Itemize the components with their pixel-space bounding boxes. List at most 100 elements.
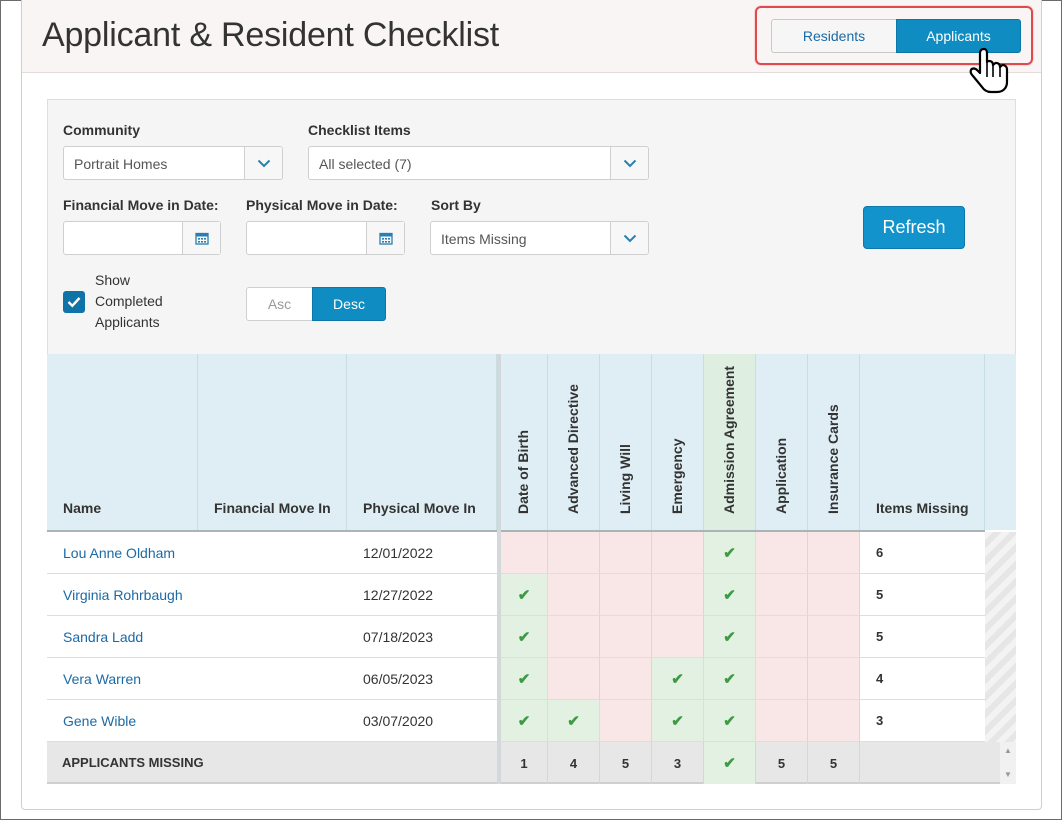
column-header-label: Admission Agreement (720, 365, 737, 514)
items-missing-cell: 5 (860, 574, 985, 616)
checklist-cell-living-will[interactable] (600, 616, 652, 658)
applicant-name-link[interactable]: Gene Wible (47, 700, 198, 742)
total-cell-date-of-birth: 1 (501, 742, 548, 784)
applicant-name-link[interactable]: Virginia Rohrbaugh (47, 574, 198, 616)
checklist-cell-advanced-directive[interactable] (548, 616, 600, 658)
chevron-down-icon (610, 222, 648, 254)
check-icon: ✔ (723, 586, 736, 604)
checklist-cell-insurance-cards[interactable] (808, 658, 860, 700)
column-header-physical-move-in[interactable]: Physical Move In (347, 354, 497, 530)
checklist-cell-living-will[interactable] (600, 532, 652, 574)
checklist-cell-admission-agreement[interactable]: ✔ (704, 616, 756, 658)
checklist-cell-emergency[interactable] (652, 574, 704, 616)
scroll-up-icon[interactable]: ▲ (1004, 746, 1012, 755)
check-icon: ✔ (723, 628, 736, 646)
checklist-cell-date-of-birth[interactable]: ✔ (501, 574, 548, 616)
checklist-cell-living-will[interactable] (600, 700, 652, 742)
chevron-down-icon (610, 147, 648, 179)
applicant-name-link[interactable]: Vera Warren (47, 658, 198, 700)
column-header-label: Emergency (668, 438, 685, 514)
check-icon: ✔ (723, 712, 736, 730)
checklist-cell-admission-agreement[interactable]: ✔ (704, 658, 756, 700)
checklist-items-select[interactable]: All selected (7) (308, 146, 649, 180)
checklist-cell-emergency[interactable] (652, 616, 704, 658)
calendar-icon[interactable] (182, 222, 220, 254)
checklist-cell-emergency[interactable]: ✔ (652, 700, 704, 742)
sort-asc-button[interactable]: Asc (246, 287, 312, 321)
checklist-cell-advanced-directive[interactable] (548, 532, 600, 574)
check-icon: ✔ (567, 712, 580, 730)
sort-by-select[interactable]: Items Missing (430, 221, 649, 255)
column-header-advanced-directive[interactable]: Advanced Directive (548, 354, 600, 530)
calendar-icon[interactable] (366, 222, 404, 254)
checklist-cell-admission-agreement[interactable]: ✔ (704, 532, 756, 574)
items-missing-cell: 3 (860, 700, 985, 742)
physical-move-in-date-input[interactable] (246, 221, 405, 255)
column-header-insurance-cards[interactable]: Insurance Cards (808, 354, 860, 530)
scrollbar[interactable]: ▲ ▼ (1000, 742, 1016, 784)
checklist-cell-living-will[interactable] (600, 658, 652, 700)
checklist-cell-emergency[interactable] (652, 532, 704, 574)
community-select[interactable]: Portrait Homes (63, 146, 283, 180)
check-icon: ✔ (723, 670, 736, 688)
scroll-down-icon[interactable]: ▼ (1004, 770, 1012, 779)
checklist-cell-admission-agreement[interactable]: ✔ (704, 574, 756, 616)
checklist-cell-living-will[interactable] (600, 574, 652, 616)
checklist-cell-emergency[interactable]: ✔ (652, 658, 704, 700)
financial-move-in-label: Financial Move in Date: (63, 197, 219, 213)
sort-by-label: Sort By (431, 197, 481, 213)
checklist-items-value: All selected (7) (319, 156, 412, 172)
financial-move-in-date-input[interactable] (63, 221, 221, 255)
column-header-admission-agreement[interactable]: Admission Agreement (704, 354, 756, 530)
applicant-name-link[interactable]: Lou Anne Oldham (47, 532, 198, 574)
financial-move-in-cell (198, 658, 347, 700)
sort-desc-button[interactable]: Desc (312, 287, 386, 321)
column-header-label: Insurance Cards (824, 404, 841, 514)
checklist-cell-application[interactable] (756, 574, 808, 616)
checklist-items-label: Checklist Items (308, 122, 411, 138)
items-missing-cell: 4 (860, 658, 985, 700)
checklist-cell-application[interactable] (756, 532, 808, 574)
community-label: Community (63, 122, 140, 138)
checklist-cell-admission-agreement[interactable]: ✔ (704, 700, 756, 742)
show-completed-checkbox[interactable] (63, 291, 85, 313)
checklist-cell-date-of-birth[interactable] (501, 532, 548, 574)
column-header-date-of-birth[interactable]: Date of Birth (501, 354, 548, 530)
total-cell-application: 5 (756, 742, 808, 784)
applicant-name-link[interactable]: Sandra Ladd (47, 616, 198, 658)
checklist-cell-insurance-cards[interactable] (808, 700, 860, 742)
physical-move-in-cell: 03/07/2020 (347, 700, 497, 742)
column-header-application[interactable]: Application (756, 354, 808, 530)
checklist-cell-date-of-birth[interactable]: ✔ (501, 658, 548, 700)
column-header-name[interactable]: Name (47, 354, 198, 530)
checklist-cell-insurance-cards[interactable] (808, 616, 860, 658)
column-header-emergency[interactable]: Emergency (652, 354, 704, 530)
check-icon: ✔ (517, 586, 531, 604)
checklist-cell-application[interactable] (756, 658, 808, 700)
checklist-cell-application[interactable] (756, 700, 808, 742)
totals-label: APPLICANTS MISSING (62, 755, 204, 770)
total-cell-insurance-cards: 5 (808, 742, 860, 784)
items-missing-cell: 6 (860, 532, 985, 574)
checklist-cell-date-of-birth[interactable]: ✔ (501, 616, 548, 658)
check-icon: ✔ (723, 544, 736, 562)
checklist-cell-insurance-cards[interactable] (808, 574, 860, 616)
items-missing-cell: 5 (860, 616, 985, 658)
column-header-living-will[interactable]: Living Will (600, 354, 652, 530)
total-cell-admission-agreement: ✔ (704, 742, 756, 784)
show-completed-label: Show Completed Applicants (95, 272, 163, 330)
checklist-cell-advanced-directive[interactable] (548, 658, 600, 700)
checklist-cell-insurance-cards[interactable] (808, 532, 860, 574)
financial-move-in-cell (198, 616, 347, 658)
residents-tab-button[interactable]: Residents (771, 19, 896, 53)
checklist-cell-advanced-directive[interactable] (548, 574, 600, 616)
check-icon: ✔ (671, 670, 684, 688)
checklist-cell-advanced-directive[interactable]: ✔ (548, 700, 600, 742)
checklist-cell-date-of-birth[interactable]: ✔ (501, 700, 548, 742)
financial-move-in-cell (198, 532, 347, 574)
column-header-items-missing[interactable]: Items Missing (860, 354, 985, 530)
column-header-financial-move-in[interactable]: Financial Move In (198, 354, 347, 530)
checklist-cell-application[interactable] (756, 616, 808, 658)
financial-move-in-cell (198, 700, 347, 742)
refresh-button[interactable]: Refresh (863, 206, 965, 249)
